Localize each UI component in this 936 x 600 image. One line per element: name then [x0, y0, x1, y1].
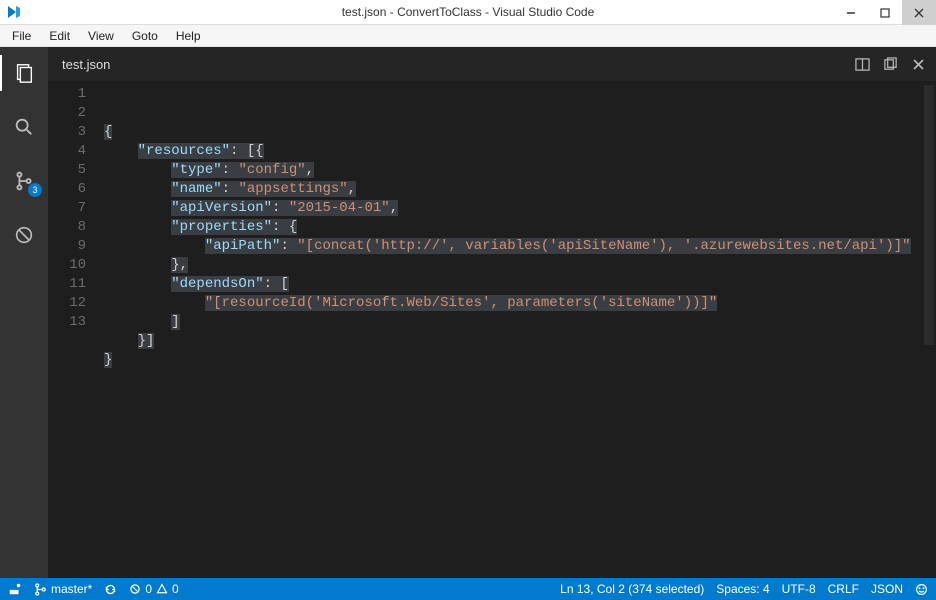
status-language[interactable]: JSON [871, 582, 903, 596]
code-line: } [104, 351, 936, 370]
line-number: 1 [48, 85, 86, 104]
status-branch-label: master* [51, 582, 92, 596]
code-line: }] [104, 332, 936, 351]
code-line: { [104, 123, 936, 142]
search-button[interactable] [0, 109, 48, 145]
line-number: 7 [48, 199, 86, 218]
status-indent[interactable]: Spaces: 4 [716, 582, 769, 596]
activity-bar: 3 [0, 47, 48, 578]
text-editor[interactable]: 12345678910111213 { "resources": [{ "typ… [48, 81, 936, 578]
code-line: "apiPath": "[concat('http://', variables… [104, 237, 936, 256]
status-problems[interactable]: 0 0 [129, 582, 178, 596]
code-line: "name": "appsettings", [104, 180, 936, 199]
menu-view[interactable]: View [80, 27, 122, 45]
app-icon [0, 4, 28, 20]
code-line: ] [104, 313, 936, 332]
explorer-button[interactable] [0, 55, 48, 91]
split-editor-icon[interactable] [854, 56, 870, 72]
line-number-gutter: 12345678910111213 [48, 81, 104, 578]
source-control-badge: 3 [28, 183, 42, 197]
line-number: 10 [48, 256, 86, 275]
menu-help[interactable]: Help [168, 27, 209, 45]
tab-active[interactable]: test.json [62, 57, 110, 72]
line-number: 3 [48, 123, 86, 142]
close-button[interactable] [902, 0, 936, 25]
code-line: }, [104, 256, 936, 275]
line-number: 9 [48, 237, 86, 256]
debug-button[interactable] [0, 217, 48, 253]
menu-goto[interactable]: Goto [124, 27, 166, 45]
code-line: "resources": [{ [104, 142, 936, 161]
minimize-button[interactable] [834, 0, 868, 25]
code-content[interactable]: { "resources": [{ "type": "config", "nam… [104, 81, 936, 578]
status-eol[interactable]: CRLF [828, 582, 859, 596]
status-feedback-icon[interactable] [915, 583, 928, 596]
scrollbar-thumb[interactable] [924, 85, 934, 345]
editor-actions [854, 56, 936, 72]
more-actions-icon[interactable] [882, 56, 898, 72]
status-branch[interactable]: master* [34, 582, 92, 596]
status-cursor[interactable]: Ln 13, Col 2 (374 selected) [560, 582, 704, 596]
status-error-count: 0 [145, 582, 152, 596]
code-line: "type": "config", [104, 161, 936, 180]
line-number: 4 [48, 142, 86, 161]
code-line: "properties": { [104, 218, 936, 237]
status-bar: master* 0 0 Ln 13, Col 2 (374 selected) … [0, 578, 936, 600]
window-title: test.json - ConvertToClass - Visual Stud… [342, 5, 595, 19]
title-bar: test.json - ConvertToClass - Visual Stud… [0, 0, 936, 25]
line-number: 5 [48, 161, 86, 180]
status-warning-count: 0 [172, 582, 179, 596]
code-line: "dependsOn": [ [104, 275, 936, 294]
code-line: "apiVersion": "2015-04-01", [104, 199, 936, 218]
line-number: 13 [48, 313, 86, 332]
code-line: "[resourceId('Microsoft.Web/Sites', para… [104, 294, 936, 313]
close-tab-icon[interactable] [910, 56, 926, 72]
line-number: 12 [48, 294, 86, 313]
line-number: 6 [48, 180, 86, 199]
line-number: 11 [48, 275, 86, 294]
editor-group: test.json 12345678910111213 { "resources… [48, 47, 936, 578]
maximize-button[interactable] [868, 0, 902, 25]
line-number: 8 [48, 218, 86, 237]
main-area: 3 test.json 12345678910111213 [0, 47, 936, 578]
menu-file[interactable]: File [4, 27, 39, 45]
tab-strip: test.json [48, 47, 936, 81]
line-number: 2 [48, 104, 86, 123]
window-controls [834, 0, 936, 25]
source-control-button[interactable]: 3 [0, 163, 48, 199]
menu-bar: File Edit View Goto Help [0, 25, 936, 47]
status-encoding[interactable]: UTF-8 [782, 582, 816, 596]
status-sync-icon[interactable] [104, 583, 117, 596]
status-remote-icon[interactable] [8, 582, 22, 596]
menu-edit[interactable]: Edit [41, 27, 78, 45]
